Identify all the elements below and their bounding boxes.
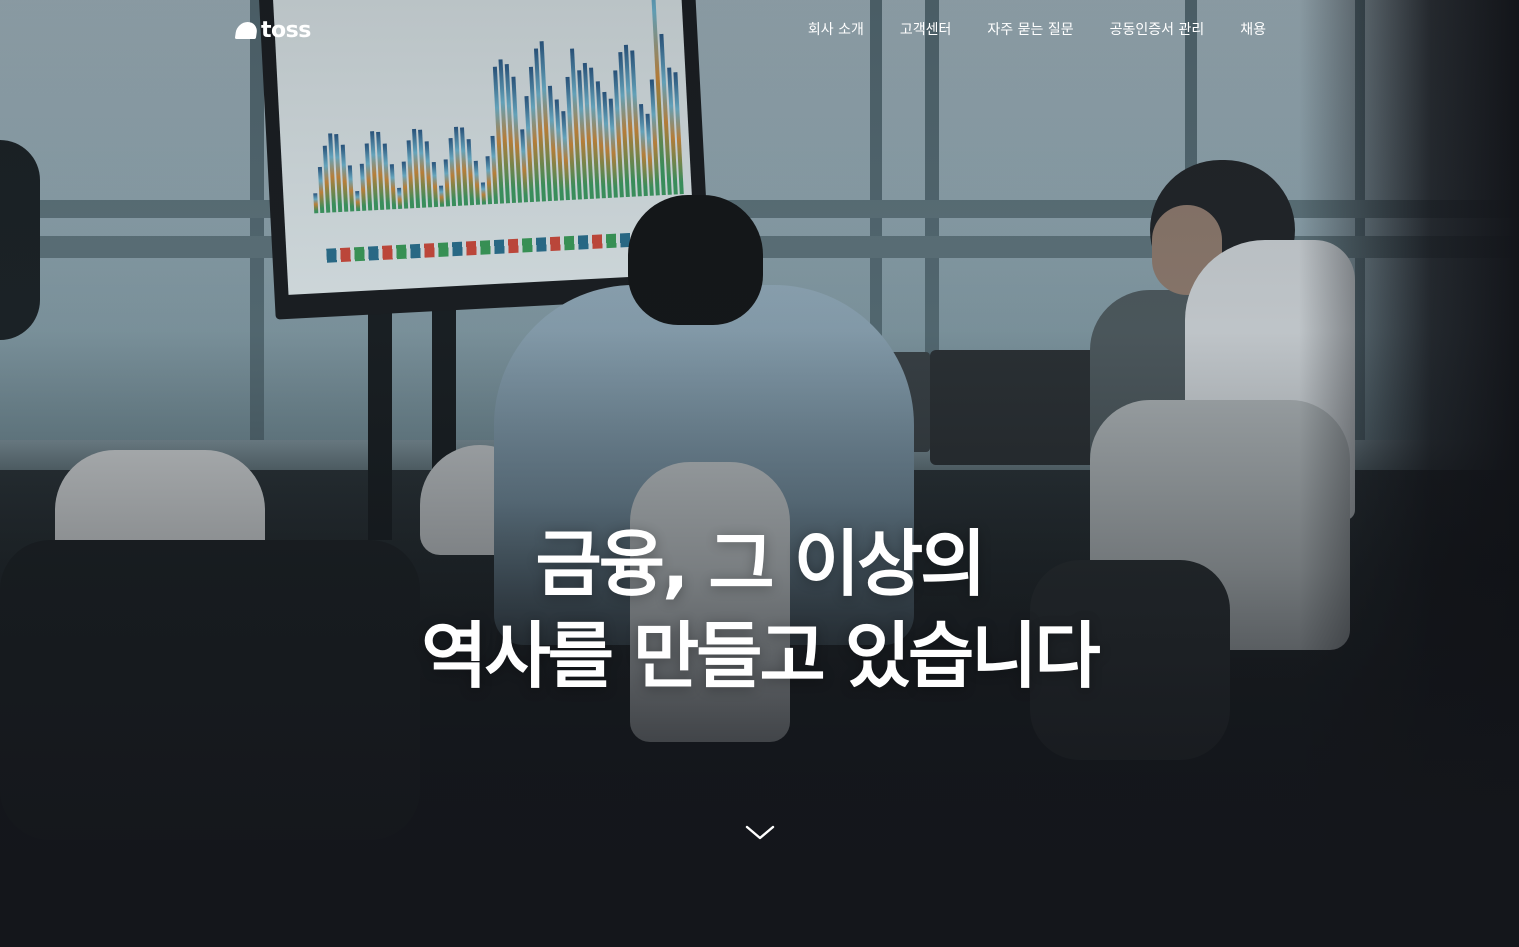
toss-logo-link[interactable]: toss bbox=[234, 16, 311, 44]
scroll-down-button[interactable] bbox=[744, 820, 776, 844]
nav-item-company-intro[interactable]: 회사 소개 bbox=[808, 19, 864, 39]
nav-item-certificate-management[interactable]: 공동인증서 관리 bbox=[1110, 19, 1205, 39]
hero-section: toss 회사 소개 고객센터 자주 묻는 질문 공동인증서 관리 채용 금융,… bbox=[0, 0, 1519, 947]
hero-background-image bbox=[0, 0, 1519, 947]
nav-item-customer-center[interactable]: 고객센터 bbox=[900, 19, 952, 39]
nav-item-faq[interactable]: 자주 묻는 질문 bbox=[987, 19, 1073, 39]
chevron-down-icon bbox=[745, 825, 775, 840]
logo-text: toss bbox=[261, 17, 311, 43]
site-header: toss 회사 소개 고객센터 자주 묻는 질문 공동인증서 관리 채용 bbox=[0, 0, 1519, 60]
hero-headline-line-1: 금융, 그 이상의 bbox=[535, 522, 987, 606]
toss-logo-icon bbox=[234, 21, 259, 39]
main-nav: 회사 소개 고객센터 자주 묻는 질문 공동인증서 관리 채용 bbox=[808, 19, 1266, 39]
nav-item-careers[interactable]: 채용 bbox=[1240, 19, 1266, 39]
hero-headline-line-2: 역사를 만들고 있습니다 bbox=[421, 614, 1101, 698]
hero-headline: 금융, 그 이상의 역사를 만들고 있습니다 bbox=[0, 518, 1519, 702]
